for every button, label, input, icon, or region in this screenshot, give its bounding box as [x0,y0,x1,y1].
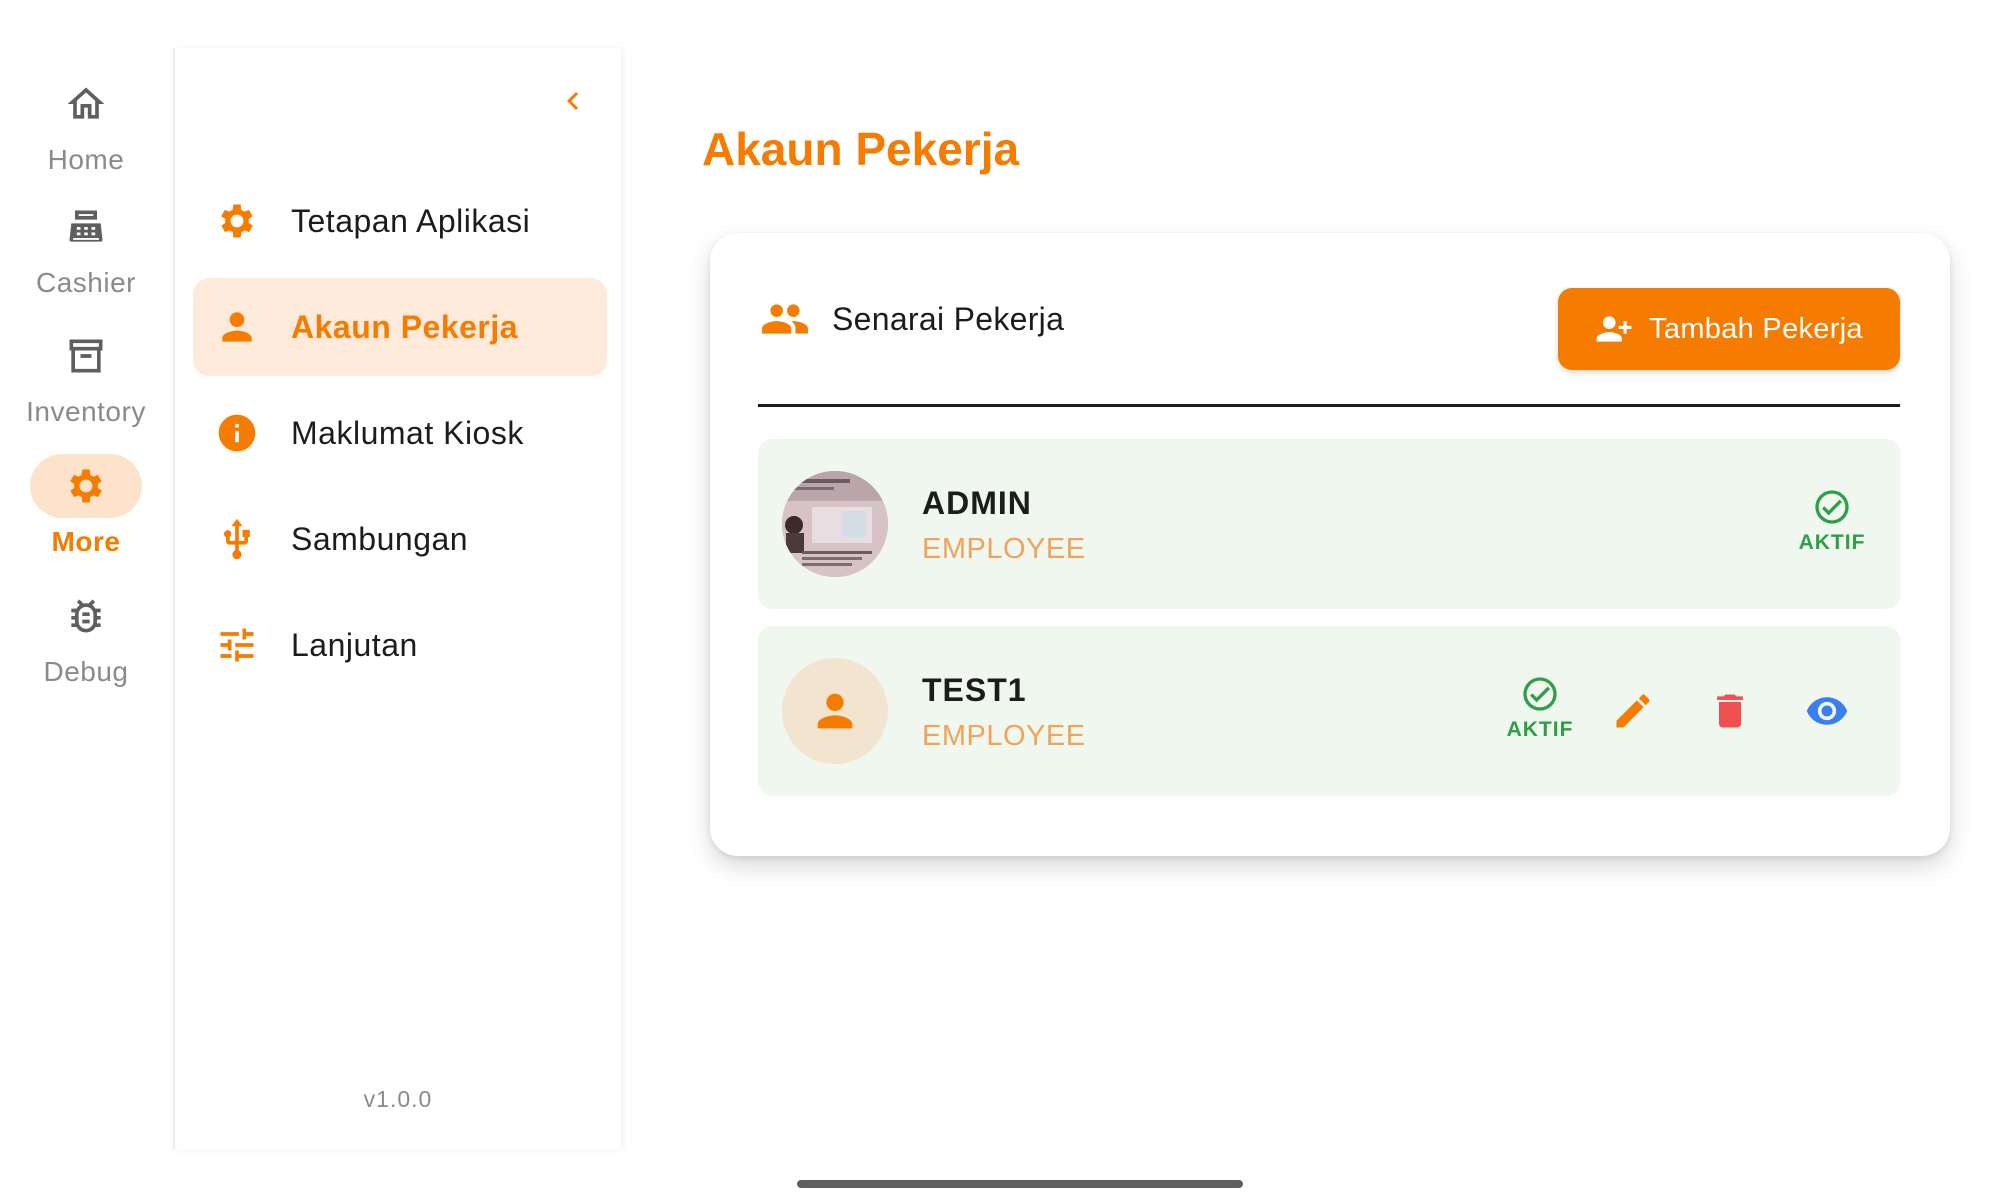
person-icon [215,305,259,349]
menu-item-sambungan[interactable]: Sambungan [193,490,607,588]
nav-item-debug[interactable]: Debug [0,584,172,704]
page-title: Akaun Pekerja [702,123,1020,175]
settings-panel: Tetapan Aplikasi Akaun Pekerja Maklumat … [173,48,621,1150]
chevron-left-icon [567,92,579,110]
navigation-rail: Home Cashier Inventory More Debug [0,0,172,1200]
add-employee-button[interactable]: Tambah Pekerja [1558,288,1900,370]
archive-box-icon [30,324,142,388]
status-badge: AKTIF [1792,487,1872,555]
menu-item-maklumat-kiosk[interactable]: Maklumat Kiosk [193,384,607,482]
home-indicator[interactable] [797,1180,1243,1188]
usb-icon [215,517,259,561]
employee-list-card: Senarai Pekerja Tambah Pekerja ADMIN EMP… [710,233,1950,856]
employee-role: EMPLOYEE [922,720,1086,752]
delete-button[interactable] [1705,686,1755,736]
cash-register-icon [30,195,142,259]
edit-button[interactable] [1608,686,1658,736]
people-icon [762,304,808,334]
status-label: AKTIF [1506,718,1574,741]
view-button[interactable] [1802,686,1852,736]
card-header: Senarai Pekerja [760,289,1064,349]
employee-row-admin[interactable]: ADMIN EMPLOYEE AKTIF [758,439,1900,609]
status-label: AKTIF [1798,531,1866,554]
employee-name: TEST1 [922,672,1027,708]
home-icon [30,72,142,136]
nav-item-home[interactable]: Home [0,72,172,192]
collapse-panel-button[interactable] [550,78,596,124]
menu-item-label: Maklumat Kiosk [291,414,524,451]
menu-item-akaun-pekerja[interactable]: Akaun Pekerja [193,278,607,376]
gear-icon [30,454,142,518]
nav-label: Cashier [36,267,136,298]
check-circle-icon [1523,677,1557,711]
bug-icon [30,584,142,648]
employee-row-test1[interactable]: TEST1 EMPLOYEE AKTIF [758,626,1900,796]
status-badge: AKTIF [1500,674,1580,742]
add-employee-label: Tambah Pekerja [1649,312,1863,345]
delete-icon [1717,694,1743,728]
menu-item-label: Lanjutan [291,626,418,663]
app-version: v1.0.0 [363,1086,433,1112]
card-title: Senarai Pekerja [832,300,1065,337]
nav-label: Inventory [26,396,146,427]
view-icon [1806,697,1848,725]
nav-label: More [51,526,121,557]
nav-item-cashier[interactable]: Cashier [0,195,172,315]
nav-label: Debug [43,656,129,687]
gear-icon [215,199,259,243]
nav-label: Home [47,144,125,175]
menu-item-label: Sambungan [291,520,469,557]
tune-sliders-icon [215,623,259,667]
employee-role: EMPLOYEE [922,533,1086,565]
check-circle-icon [1815,490,1849,524]
edit-icon [1616,694,1650,728]
avatar [782,471,888,577]
menu-item-lanjutan[interactable]: Lanjutan [193,596,607,694]
nav-item-more[interactable]: More [0,454,172,574]
divider [758,404,1900,407]
avatar [782,658,888,764]
id-card-photo-icon [782,471,888,577]
person-add-icon [1596,316,1632,342]
menu-item-tetapan-aplikasi[interactable]: Tetapan Aplikasi [193,172,607,270]
info-icon [215,411,259,455]
person-icon [817,693,853,729]
menu-item-label: Akaun Pekerja [291,308,519,345]
menu-item-label: Tetapan Aplikasi [291,202,531,239]
nav-item-inventory[interactable]: Inventory [0,324,172,444]
employee-name: ADMIN [922,485,1032,521]
